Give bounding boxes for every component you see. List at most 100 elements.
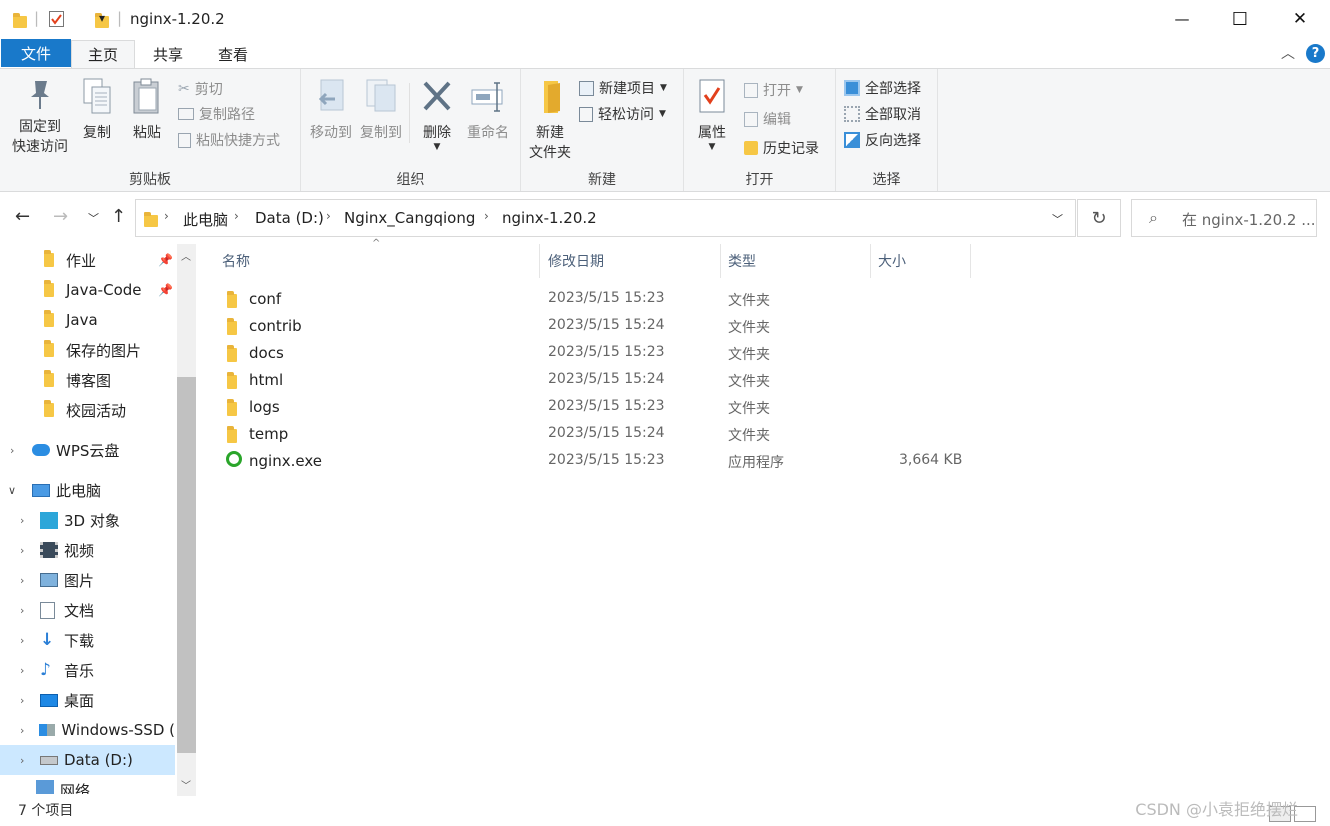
- breadcrumb-this-pc[interactable]: 此电脑: [183, 209, 228, 230]
- search-input[interactable]: ⌕ 在 nginx-1.20.2 ...: [1131, 199, 1317, 237]
- delete-button[interactable]: 删除 ▼: [415, 77, 459, 152]
- copy-to-button[interactable]: 复制到: [355, 77, 407, 143]
- chevron-right-icon[interactable]: ›: [20, 604, 34, 617]
- scroll-up-icon[interactable]: ︿: [181, 248, 191, 263]
- chevron-right-icon[interactable]: ›: [20, 544, 34, 557]
- chevron-right-icon[interactable]: ›: [20, 514, 34, 527]
- nav-item-quick-3[interactable]: 保存的图片: [0, 335, 175, 365]
- nav-scrollbar[interactable]: ︿ ﹀: [177, 244, 196, 796]
- chevron-right-icon[interactable]: ›: [20, 754, 34, 767]
- pin-quick-access-button[interactable]: 固定到 快速访问: [6, 77, 74, 157]
- back-arrow-icon[interactable]: ←: [15, 206, 30, 227]
- nav-item-music[interactable]: › ♪ 音乐: [0, 655, 175, 685]
- select-none-button[interactable]: 全部取消: [844, 103, 921, 125]
- maximize-button[interactable]: ☐: [1210, 0, 1270, 38]
- invert-selection-button[interactable]: 反向选择: [844, 129, 921, 151]
- minimize-button[interactable]: —: [1152, 0, 1212, 38]
- address-dropdown-icon[interactable]: ﹀: [1052, 211, 1063, 227]
- file-row-logs[interactable]: logs 2023/5/15 15:23 文件夹: [222, 394, 982, 421]
- paste-button[interactable]: 粘贴: [126, 77, 168, 143]
- paste-shortcut-icon: [178, 132, 191, 148]
- refresh-button[interactable]: ↻: [1077, 199, 1121, 237]
- nav-item-quick-0[interactable]: 作业 📌: [0, 245, 175, 275]
- chevron-right-icon[interactable]: ›: [20, 724, 33, 737]
- column-header-type[interactable]: 类型: [721, 244, 871, 278]
- chevron-right-icon[interactable]: ›: [10, 444, 24, 457]
- nav-item-downloads[interactable]: › ↓ 下载: [0, 625, 175, 655]
- properties-dropdown-icon[interactable]: ▼: [690, 143, 734, 152]
- file-row-docs[interactable]: docs 2023/5/15 15:23 文件夹: [222, 340, 982, 367]
- column-modified-label: 修改日期: [548, 254, 604, 270]
- nav-item-quick-5[interactable]: 校园活动: [0, 395, 175, 425]
- tab-file[interactable]: 文件: [1, 39, 71, 67]
- breadcrumb-data-d[interactable]: Data (D:): [255, 209, 324, 227]
- address-bar[interactable]: › 此电脑 › Data (D:) › Nginx_Cangqiong › ng…: [135, 199, 1076, 237]
- chevron-right-icon[interactable]: ›: [20, 694, 34, 707]
- breadcrumb-nginx-cangqiong[interactable]: Nginx_Cangqiong: [344, 209, 475, 227]
- rename-button[interactable]: 重命名: [461, 77, 515, 143]
- nav-item-data-d[interactable]: › Data (D:): [0, 745, 175, 775]
- chevron-down-icon[interactable]: ∨: [8, 484, 24, 497]
- properties-qat-icon[interactable]: [49, 11, 64, 27]
- column-header-size[interactable]: 大小: [871, 244, 971, 278]
- select-all-button[interactable]: 全部选择: [844, 77, 921, 99]
- nav-item-wps[interactable]: › WPS云盘: [0, 435, 175, 465]
- folder-icon: [13, 13, 27, 28]
- nav-item-quick-4[interactable]: 博客图: [0, 365, 175, 395]
- copy-to-icon: [366, 79, 396, 112]
- qat-dropdown[interactable]: ▾: [99, 11, 105, 25]
- file-row-contrib[interactable]: contrib 2023/5/15 15:24 文件夹: [222, 313, 982, 340]
- folder-icon: [227, 399, 237, 416]
- cloud-icon: [32, 444, 50, 456]
- nav-item-quick-2[interactable]: Java: [0, 305, 175, 335]
- column-header-modified[interactable]: 修改日期: [540, 244, 721, 278]
- close-button[interactable]: ✕: [1270, 0, 1330, 38]
- tab-share[interactable]: 共享: [138, 41, 198, 68]
- edit-button[interactable]: 编辑: [744, 108, 791, 130]
- file-row-conf[interactable]: conf 2023/5/15 15:23 文件夹: [222, 286, 982, 313]
- copy-path-button[interactable]: 复制路径: [178, 103, 255, 125]
- easy-access-button[interactable]: 轻松访问 ▼: [579, 103, 666, 125]
- new-item-button[interactable]: 新建项目 ▼: [579, 77, 667, 99]
- open-button[interactable]: 打开 ▼: [744, 79, 803, 101]
- file-type: 应用程序: [728, 455, 784, 471]
- nav-item-videos[interactable]: › 视频: [0, 535, 175, 565]
- scroll-down-icon[interactable]: ﹀: [181, 777, 191, 792]
- nav-item-3d-objects[interactable]: › 3D 对象: [0, 505, 175, 535]
- scroll-thumb[interactable]: [177, 377, 196, 753]
- nav-item-pictures[interactable]: › 图片: [0, 565, 175, 595]
- paste-shortcut-button[interactable]: 粘贴快捷方式: [178, 129, 280, 151]
- chevron-right-icon[interactable]: ›: [20, 664, 34, 677]
- column-header-name[interactable]: 名称: [216, 244, 540, 278]
- cut-button[interactable]: ✂ 剪切: [178, 78, 223, 100]
- file-row-temp[interactable]: temp 2023/5/15 15:24 文件夹: [222, 421, 982, 448]
- chevron-right-icon[interactable]: ›: [326, 209, 331, 223]
- file-row-html[interactable]: html 2023/5/15 15:24 文件夹: [222, 367, 982, 394]
- chevron-right-icon[interactable]: ›: [20, 634, 34, 647]
- chevron-right-icon[interactable]: ›: [484, 209, 489, 223]
- tab-home[interactable]: 主页: [71, 40, 135, 68]
- nav-item-quick-1[interactable]: Java-Code 📌: [0, 275, 175, 305]
- chevron-right-icon[interactable]: ›: [164, 209, 169, 223]
- move-to-button[interactable]: 移动到: [305, 77, 357, 143]
- history-button[interactable]: 历史记录: [744, 137, 819, 159]
- new-folder-button[interactable]: 新建 文件夹: [525, 77, 575, 163]
- nav-item-network[interactable]: 网络: [0, 780, 175, 794]
- chevron-right-icon[interactable]: ›: [20, 574, 34, 587]
- nav-item-windows-ssd[interactable]: › Windows-SSD (: [0, 715, 175, 745]
- nav-item-documents[interactable]: › 文档: [0, 595, 175, 625]
- copy-button[interactable]: 复制: [78, 77, 116, 143]
- file-row-nginx-exe[interactable]: nginx.exe 2023/5/15 15:23 应用程序 3,664 KB: [222, 448, 982, 475]
- tab-view[interactable]: 查看: [203, 41, 263, 68]
- help-icon[interactable]: ?: [1306, 44, 1325, 63]
- forward-arrow-icon[interactable]: →: [53, 206, 68, 227]
- breadcrumb-nginx-1-20-2[interactable]: nginx-1.20.2: [502, 209, 597, 227]
- up-arrow-icon[interactable]: ↑: [111, 206, 126, 227]
- properties-button[interactable]: 属性 ▼: [690, 77, 734, 152]
- recent-locations-icon[interactable]: ﹀: [88, 210, 99, 226]
- nav-item-desktop[interactable]: › 桌面: [0, 685, 175, 715]
- chevron-right-icon[interactable]: ›: [234, 209, 239, 223]
- delete-dropdown-icon[interactable]: ▼: [415, 143, 459, 152]
- nav-item-this-pc[interactable]: ∨ 此电脑: [0, 475, 175, 505]
- collapse-ribbon-icon[interactable]: ︿: [1281, 43, 1295, 63]
